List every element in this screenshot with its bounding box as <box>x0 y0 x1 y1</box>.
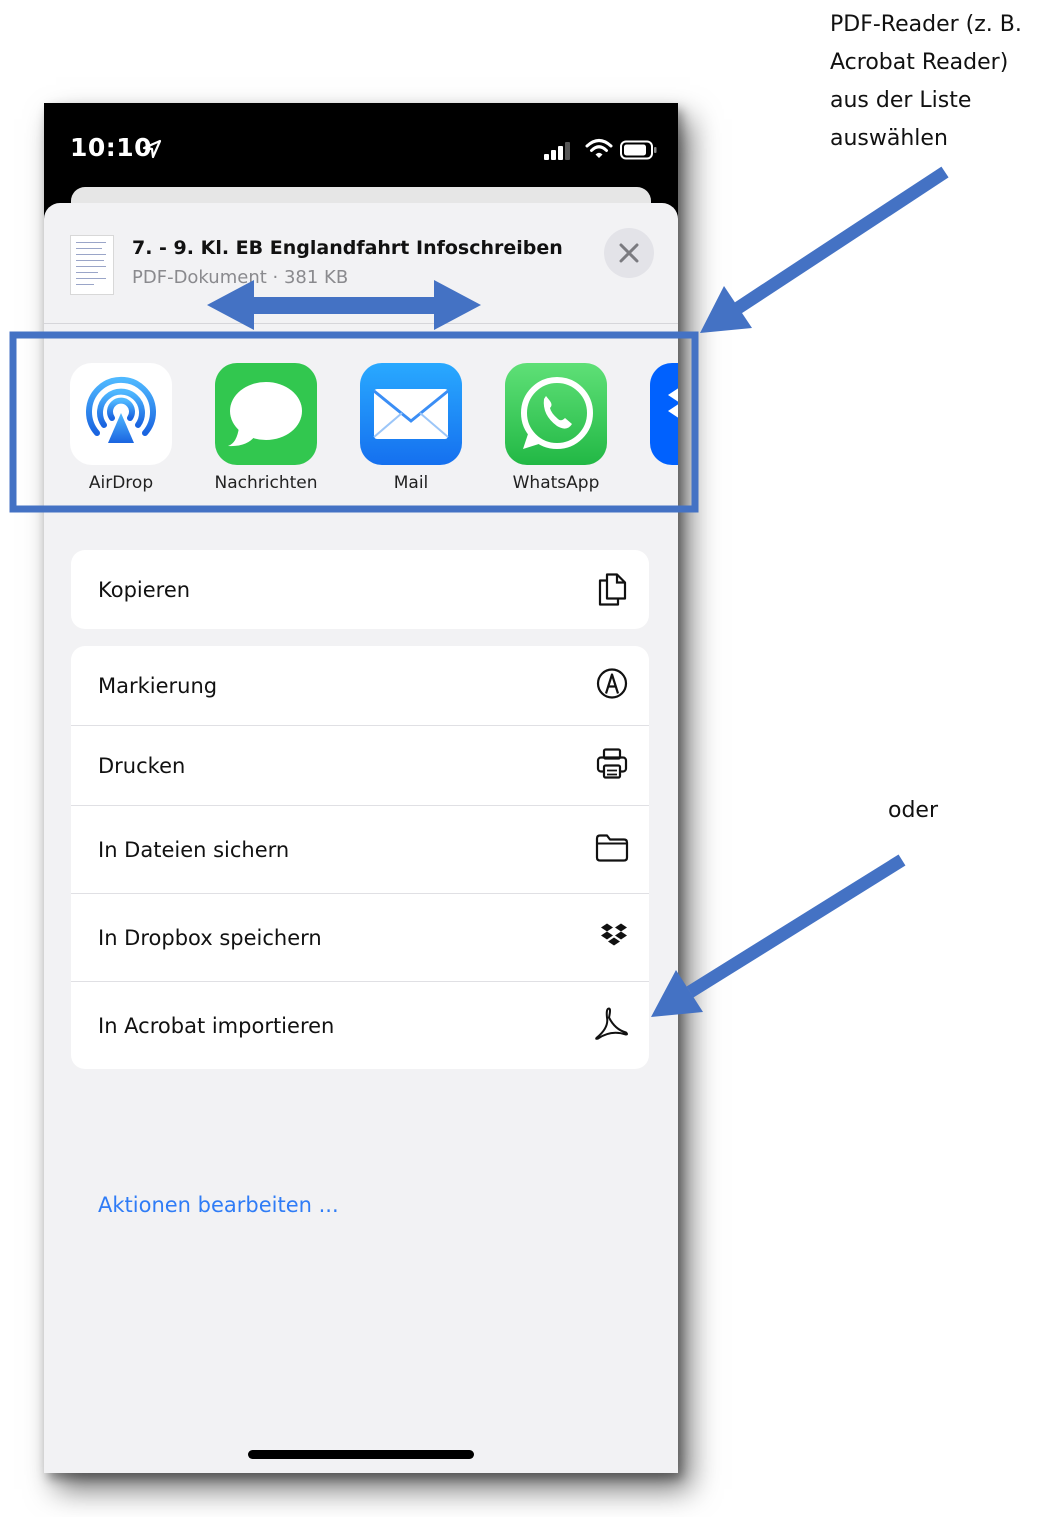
whatsapp-icon <box>505 363 607 465</box>
app-messages[interactable]: Nachrichten <box>196 363 336 493</box>
wifi-icon <box>585 138 613 165</box>
app-row: AirDrop Nachrichten Mail WhatsApp <box>44 363 678 503</box>
close-button[interactable] <box>604 228 654 278</box>
action-print[interactable]: Drucken <box>71 726 649 806</box>
action-group-main: Markierung Drucken In Dateien sichern In… <box>71 646 649 1069</box>
app-dropbox[interactable]: D <box>631 363 678 493</box>
annotation-note-or: oder <box>888 798 939 823</box>
app-mail[interactable]: Mail <box>341 363 481 493</box>
phone-screen: 10:10 7. - 9. Kl. EB Englandfahrt Infosc… <box>44 103 678 1473</box>
status-time: 10:10 <box>70 133 153 162</box>
share-sheet: 7. - 9. Kl. EB Englandfahrt Infoschreibe… <box>44 203 678 1473</box>
annotation-note-top: PDF-Reader (z. B. Acrobat Reader) aus de… <box>830 12 1022 151</box>
copy-icon <box>595 568 629 611</box>
action-markup[interactable]: Markierung <box>71 646 649 726</box>
messages-icon <box>215 363 317 465</box>
edit-actions-link[interactable]: Aktionen bearbeiten ... <box>98 1193 339 1217</box>
app-label: Mail <box>393 473 429 493</box>
acrobat-icon <box>593 1005 629 1046</box>
print-icon <box>595 746 629 785</box>
action-label: Markierung <box>98 673 218 698</box>
airdrop-icon <box>70 363 172 465</box>
folder-icon <box>595 832 629 867</box>
markup-icon <box>595 666 629 705</box>
dropbox-app-icon <box>650 363 678 465</box>
action-save-dropbox[interactable]: In Dropbox speichern <box>71 894 649 982</box>
document-subtitle: PDF-Dokument · 381 KB <box>132 267 349 288</box>
home-indicator[interactable] <box>248 1450 474 1459</box>
annotation-arrow-top <box>700 166 949 333</box>
app-whatsapp[interactable]: WhatsApp <box>486 363 626 493</box>
document-thumbnail <box>70 235 114 295</box>
header-divider <box>44 323 678 324</box>
document-title: 7. - 9. Kl. EB Englandfahrt Infoschreibe… <box>132 237 563 259</box>
app-label: D <box>631 473 678 493</box>
action-label: Kopieren <box>98 577 191 602</box>
app-label: WhatsApp <box>512 473 600 493</box>
action-save-files[interactable]: In Dateien sichern <box>71 806 649 894</box>
action-copy[interactable]: Kopieren <box>71 550 649 629</box>
action-label: Drucken <box>98 753 186 778</box>
action-label: In Dateien sichern <box>98 837 290 862</box>
action-import-acrobat[interactable]: In Acrobat importieren <box>71 982 649 1069</box>
app-airdrop[interactable]: AirDrop <box>51 363 191 493</box>
battery-icon <box>620 140 658 165</box>
action-group-copy: Kopieren <box>71 550 649 629</box>
signal-icon <box>544 141 574 166</box>
action-label: In Acrobat importieren <box>98 1013 335 1038</box>
location-arrow-icon <box>142 139 162 164</box>
close-icon <box>619 243 639 263</box>
mail-icon <box>360 363 462 465</box>
app-label: AirDrop <box>88 473 154 493</box>
app-label: Nachrichten <box>214 473 318 493</box>
action-label: In Dropbox speichern <box>98 925 322 950</box>
annotation-arrow-bottom <box>651 854 906 1017</box>
dropbox-icon <box>599 921 629 954</box>
